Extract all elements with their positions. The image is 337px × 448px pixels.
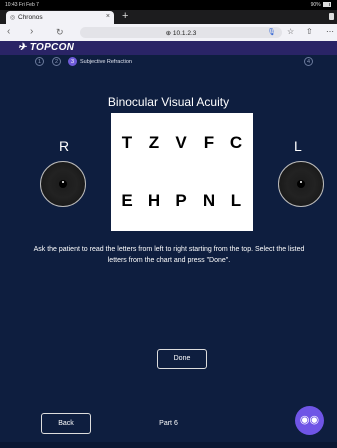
chart-letter[interactable]: H bbox=[142, 191, 166, 211]
chart-letter[interactable]: V bbox=[169, 133, 193, 153]
reload-icon[interactable]: ↻ bbox=[56, 27, 64, 38]
chart-letter[interactable]: F bbox=[197, 133, 221, 153]
status-time-date: 10:43 Fri Feb 7 bbox=[5, 2, 39, 8]
chart-letter[interactable]: E bbox=[115, 191, 139, 211]
chart-letter[interactable]: C bbox=[224, 133, 248, 153]
forward-icon[interactable]: › bbox=[30, 26, 33, 37]
page-title: Binocular Visual Acuity bbox=[107, 95, 230, 109]
back-icon[interactable]: ‹ bbox=[7, 26, 10, 37]
tab-title: Chronos bbox=[18, 14, 43, 21]
url-bar[interactable]: ⊕ 10.1.2.3 🎙︎ bbox=[80, 27, 282, 38]
chart-letter[interactable]: N bbox=[197, 191, 221, 211]
step-2[interactable]: 2 bbox=[52, 57, 61, 66]
status-bar: 10:43 Fri Feb 7 90% bbox=[0, 0, 337, 10]
active-step-label: Subjective Refraction bbox=[80, 58, 132, 65]
instruction-text: Ask the patient to read the letters from… bbox=[33, 246, 305, 264]
acuity-chart: T Z V F C E H P N L bbox=[111, 113, 253, 231]
url-value: 10.1.2.3 bbox=[172, 29, 197, 37]
globe-icon: ◎ bbox=[10, 15, 16, 21]
left-eye-image bbox=[278, 161, 324, 207]
chart-letter[interactable]: P bbox=[169, 191, 193, 211]
battery-icon bbox=[323, 2, 331, 8]
mic-icon[interactable]: 🎙︎ bbox=[267, 28, 276, 36]
chart-letter[interactable]: L bbox=[224, 191, 248, 211]
chart-letter[interactable]: Z bbox=[142, 133, 166, 153]
url-text: ⊕ 10.1.2.3 bbox=[80, 29, 282, 37]
browser-tab[interactable]: ◎ Chronos × bbox=[6, 11, 114, 24]
right-eye-label: R bbox=[59, 138, 70, 154]
eyes-icon: ◉◉ bbox=[299, 414, 320, 426]
topcon-logo: ✈ TOPCON bbox=[18, 42, 74, 53]
more-icon[interactable]: ⋯ bbox=[326, 27, 334, 36]
close-tab-icon[interactable]: × bbox=[106, 13, 110, 20]
step-1[interactable]: 1 bbox=[35, 57, 44, 66]
battery-indicator: 90% bbox=[311, 2, 331, 8]
logo-mark-icon: ✈ bbox=[18, 42, 30, 53]
part-indicator: Part 6 bbox=[159, 420, 178, 427]
browser-toolbar: ‹ › ↻ ⊕ 10.1.2.3 🎙︎ ☆ ⇧ ⋯ bbox=[0, 24, 337, 41]
app-header: ✈ TOPCON bbox=[0, 41, 337, 55]
new-tab-button[interactable]: + bbox=[122, 10, 128, 22]
left-eye-label: L bbox=[294, 138, 302, 154]
battery-percent: 90% bbox=[310, 2, 321, 8]
footer-bar bbox=[0, 442, 337, 448]
done-button[interactable]: Done bbox=[157, 349, 207, 369]
step-3[interactable]: 3 bbox=[68, 57, 77, 66]
brand-name: TOPCON bbox=[29, 42, 75, 53]
lock-icon: ⊕ bbox=[165, 29, 172, 37]
right-eye-image bbox=[40, 161, 86, 207]
assist-button[interactable]: ◉◉ bbox=[295, 406, 324, 435]
step-4[interactable]: 4 bbox=[304, 57, 313, 66]
bookmark-star-icon[interactable]: ☆ bbox=[287, 27, 294, 36]
chart-letter[interactable]: T bbox=[115, 133, 139, 153]
browser-tab-strip: ◎ Chronos × + bbox=[0, 10, 337, 24]
step-indicator: 1 2 3 Subjective Refraction 4 bbox=[0, 55, 337, 69]
tab-overview-icon[interactable] bbox=[329, 13, 334, 20]
share-icon[interactable]: ⇧ bbox=[306, 27, 313, 36]
